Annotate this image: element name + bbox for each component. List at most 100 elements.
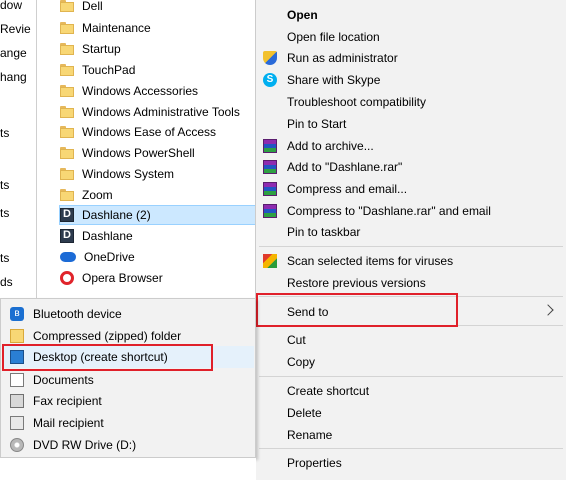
- onedrive-icon: [60, 252, 76, 262]
- menu-item-scan-for-viruses[interactable]: Scan selected items for viruses: [256, 250, 566, 272]
- send-to-submenu: ʙ Bluetooth device Compressed (zipped) f…: [0, 298, 256, 458]
- menu-item-run-as-administrator[interactable]: Run as administrator: [256, 47, 566, 69]
- menu-item-label: Restore previous versions: [287, 276, 426, 290]
- fax-icon: [10, 394, 24, 408]
- winrar-icon: [263, 160, 277, 174]
- menu-item-cut[interactable]: Cut: [256, 329, 566, 351]
- menu-item-share-with-skype[interactable]: S Share with Skype: [256, 69, 566, 91]
- menu-item-pin-to-taskbar[interactable]: Pin to taskbar: [256, 221, 566, 243]
- menu-item-label: Share with Skype: [287, 73, 381, 87]
- documents-icon: [10, 373, 24, 387]
- menu-item-copy[interactable]: Copy: [256, 351, 566, 373]
- menu-item-restore-previous-versions[interactable]: Restore previous versions: [256, 272, 566, 294]
- menu-item-label: Open: [287, 8, 318, 22]
- truncated-text: dow: [0, 0, 23, 12]
- submenu-item-documents[interactable]: Documents: [2, 369, 254, 391]
- truncated-text: hang: [0, 70, 27, 84]
- submenu-item-label: Mail recipient: [33, 416, 104, 430]
- menu-separator: [259, 376, 563, 377]
- submenu-item-mail-recipient[interactable]: Mail recipient: [2, 412, 254, 434]
- menu-item-troubleshoot-compatibility[interactable]: Troubleshoot compatibility: [256, 91, 566, 113]
- explorer-file-list: Dell Maintenance Startup TouchPad Window…: [37, 0, 291, 300]
- list-item-label: Dell: [82, 0, 103, 13]
- list-item-label: Startup: [82, 42, 121, 56]
- menu-item-open-file-location[interactable]: Open file location: [256, 26, 566, 48]
- submenu-item-fax-recipient[interactable]: Fax recipient: [2, 390, 254, 412]
- list-item-label: Zoom: [82, 188, 113, 202]
- menu-item-rename[interactable]: Rename: [256, 424, 566, 446]
- menu-item-label: Delete: [287, 406, 322, 420]
- folder-icon: [60, 64, 74, 76]
- opera-icon: [60, 271, 74, 285]
- folder-icon: [60, 189, 74, 201]
- menu-item-label: Run as administrator: [287, 51, 398, 65]
- menu-item-compress-and-email[interactable]: Compress and email...: [256, 178, 566, 200]
- menu-separator: [259, 448, 563, 449]
- menu-item-pin-to-start[interactable]: Pin to Start: [256, 113, 566, 135]
- menu-separator: [259, 325, 563, 326]
- menu-item-label: Rename: [287, 428, 333, 442]
- list-item-label: Windows PowerShell: [82, 146, 195, 160]
- submenu-item-label: Fax recipient: [33, 394, 102, 408]
- submenu-item-compressed-folder[interactable]: Compressed (zipped) folder: [2, 325, 254, 347]
- menu-item-add-to-rar[interactable]: Add to "Dashlane.rar": [256, 156, 566, 178]
- folder-icon: [60, 85, 74, 97]
- menu-item-label: Compress to "Dashlane.rar" and email: [287, 204, 491, 218]
- mail-icon: [10, 416, 24, 430]
- menu-separator: [259, 296, 563, 297]
- truncated-text: ds: [0, 275, 13, 289]
- truncated-text: ange: [0, 46, 27, 60]
- menu-item-label: Cut: [287, 333, 306, 347]
- menu-item-compress-to-rar-and-email[interactable]: Compress to "Dashlane.rar" and email: [256, 200, 566, 222]
- menu-item-label: Pin to taskbar: [287, 225, 361, 239]
- list-item-label: Windows Accessories: [82, 84, 199, 98]
- menu-item-label: Create shortcut: [287, 384, 370, 398]
- zip-folder-icon: [10, 329, 24, 343]
- shield-icon: [263, 51, 277, 65]
- list-item-label: Maintenance: [82, 21, 151, 35]
- menu-item-open[interactable]: Open: [256, 4, 566, 26]
- menu-item-delete[interactable]: Delete: [256, 402, 566, 424]
- list-item-label: Windows Ease of Access: [82, 125, 217, 139]
- list-item-label: TouchPad: [82, 63, 136, 77]
- menu-item-label: Copy: [287, 355, 316, 369]
- list-item-label: Opera Browser: [82, 271, 163, 285]
- submenu-item-label: DVD RW Drive (D:): [33, 438, 137, 452]
- winrar-icon: [263, 204, 277, 218]
- skype-icon: S: [263, 73, 277, 87]
- menu-item-label: Send to: [287, 305, 329, 319]
- menu-item-label: Add to "Dashlane.rar": [287, 160, 403, 174]
- folder-icon: [60, 168, 74, 180]
- menu-separator: [259, 246, 563, 247]
- submenu-item-desktop-shortcut[interactable]: Desktop (create shortcut): [2, 346, 254, 368]
- menu-item-create-shortcut[interactable]: Create shortcut: [256, 380, 566, 402]
- submenu-item-label: Bluetooth device: [33, 307, 122, 321]
- folder-icon: [60, 22, 74, 34]
- dashlane-icon: [60, 229, 74, 243]
- submenu-item-label: Desktop (create shortcut): [33, 350, 168, 364]
- submenu-item-bluetooth[interactable]: ʙ Bluetooth device: [2, 303, 254, 325]
- list-item-label: OneDrive: [84, 250, 135, 264]
- folder-icon: [60, 43, 74, 55]
- folder-icon: [60, 106, 74, 118]
- menu-item-label: Open file location: [287, 30, 380, 44]
- dashlane-icon: [60, 208, 74, 222]
- menu-item-label: Compress and email...: [287, 182, 408, 196]
- folder-icon: [60, 126, 74, 138]
- folder-icon: [60, 147, 74, 159]
- menu-item-label: Add to archive...: [287, 139, 374, 153]
- list-item-label: Windows Administrative Tools: [82, 105, 240, 119]
- context-menu: Open Open file location Run as administr…: [255, 0, 566, 480]
- winrar-icon: [263, 182, 277, 196]
- chevron-right-icon: [542, 304, 554, 316]
- truncated-text: ts: [0, 251, 10, 265]
- menu-item-label: Properties: [287, 456, 342, 470]
- menu-item-label: Scan selected items for viruses: [287, 254, 454, 268]
- menu-item-label: Pin to Start: [287, 117, 347, 131]
- menu-item-send-to[interactable]: Send to: [256, 301, 566, 323]
- menu-item-add-to-archive[interactable]: Add to archive...: [256, 135, 566, 157]
- submenu-item-dvd-drive[interactable]: DVD RW Drive (D:): [2, 434, 254, 456]
- folder-icon: [60, 0, 74, 12]
- menu-item-properties[interactable]: Properties: [256, 452, 566, 474]
- submenu-item-label: Compressed (zipped) folder: [33, 329, 182, 343]
